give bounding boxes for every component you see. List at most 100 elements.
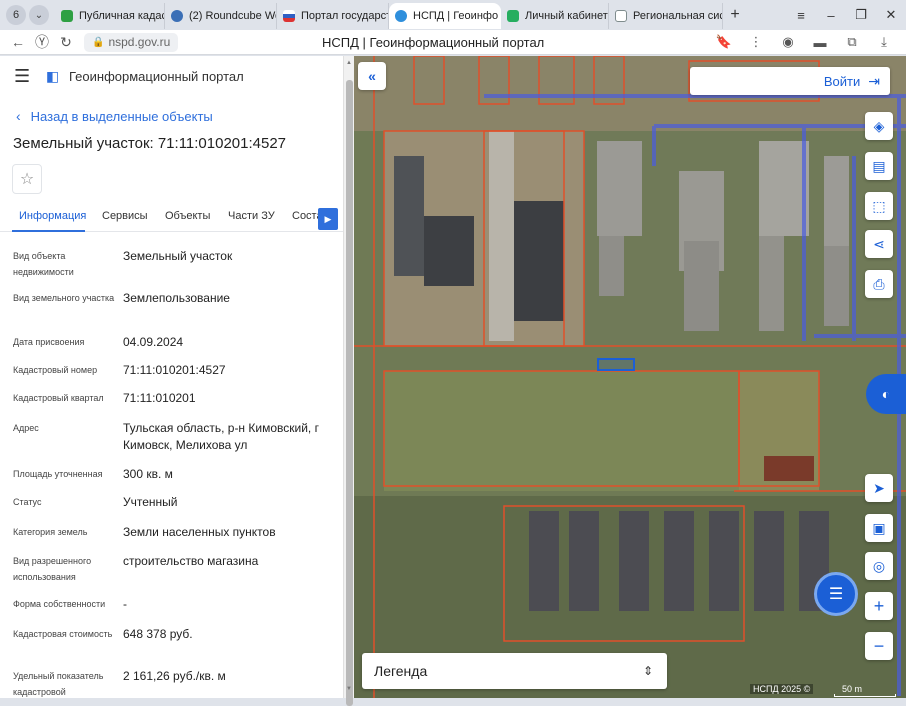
url-field[interactable]: 🔒 nspd.gov.ru	[84, 32, 179, 52]
info-panel: ☰ ◧ Геоинформационный портал ‹ Назад в в…	[0, 56, 354, 698]
tab-favicon-roundcube-icon	[171, 10, 183, 22]
tabs-scroll-right-icon[interactable]: ▶	[318, 208, 338, 230]
select-area-icon[interactable]: ⬚	[865, 192, 893, 220]
back-label: Назад в выделенные объекты	[30, 108, 213, 124]
more-icon[interactable]: ⋮	[740, 34, 772, 50]
attribute-value: Тульская область, р-н Кимовский, г Кимов…	[123, 421, 319, 452]
attribute-label: Вид земельного участка	[13, 293, 115, 303]
address-bar: ← Ⓨ ↻ 🔒 nspd.gov.ru НСПД | Геоинформацио…	[0, 30, 906, 55]
attribute-value: 71:11:010201:4527	[123, 363, 226, 377]
attribute-label: Статус	[13, 497, 42, 507]
legend-selector[interactable]: Легенда ⇕	[362, 653, 667, 689]
attribute-value: строительство магазина	[123, 554, 259, 568]
attribute-value: Учтенный	[123, 495, 178, 509]
attribute-label: Дата присвоения	[13, 337, 85, 347]
zoom-in-icon[interactable]: +	[865, 592, 893, 620]
panel-scrollbar[interactable]: ▲ ▼	[343, 56, 354, 706]
scale-label: 50 m	[842, 684, 863, 694]
tab-favicon-document-icon	[615, 10, 627, 22]
tab-favicon-flag-icon	[283, 10, 295, 22]
info-tabs: Информация Сервисы Объекты Части ЗУ Сост…	[0, 204, 344, 232]
browser-tab-1[interactable]: Публичная кадаст	[55, 3, 165, 29]
favorite-star-icon[interactable]: ☆	[12, 164, 42, 194]
tab-information[interactable]: Информация	[19, 210, 86, 222]
layers-icon[interactable]: ◈	[865, 112, 893, 140]
page-title: НСПД | Геоинформационный портал	[322, 34, 545, 50]
minimize-icon[interactable]: –	[816, 8, 846, 23]
login-button[interactable]: Войти ⇥	[690, 67, 890, 95]
selected-parcel-marker[interactable]	[597, 358, 635, 371]
attribute-label: Кадастровая стоимость	[13, 629, 113, 639]
portal-title: Геоинформационный портал	[69, 68, 244, 84]
attribute-label: Вид объекта недвижимости	[13, 251, 74, 277]
window-controls: ≡ – ❐ ✕	[786, 0, 906, 30]
tab-title: (2) Roundcube Wel	[189, 10, 277, 22]
tab-title: Личный кабинет	[525, 10, 608, 22]
attribute-value: 648 378 руб.	[123, 627, 193, 641]
url-text: nspd.gov.ru	[108, 35, 171, 49]
hamburger-menu-icon[interactable]: ☰	[14, 66, 38, 87]
tab-favicon-cabinet-icon	[507, 10, 519, 22]
chevron-up-down-icon: ⇕	[642, 664, 653, 678]
search-location-icon[interactable]: ◎	[865, 552, 893, 580]
attribute-label: Площадь уточненная	[13, 469, 103, 479]
share-icon[interactable]: ⋖	[865, 230, 893, 258]
chat-assistant-icon[interactable]: ◐	[866, 374, 906, 414]
ruler-icon[interactable]: ▤	[865, 152, 893, 180]
tab-favicon-nspd-icon	[395, 10, 407, 22]
attribute-label: Категория земель	[13, 527, 88, 537]
back-arrow-icon[interactable]: ←	[6, 34, 30, 50]
login-label: Войти	[823, 73, 861, 89]
attribute-value: Землепользование	[123, 291, 230, 305]
yandex-icon[interactable]: Ⓨ	[30, 32, 54, 52]
portal-logo-icon: ◧	[46, 68, 60, 84]
tab-services[interactable]: Сервисы	[102, 210, 148, 222]
attribute-value: 71:11:010201	[123, 391, 196, 405]
menu-icon[interactable]: ≡	[786, 8, 816, 23]
close-window-icon[interactable]: ✕	[876, 7, 906, 23]
scrollbar-thumb[interactable]	[346, 80, 353, 706]
browser-tab-2[interactable]: (2) Roundcube Wel	[165, 3, 277, 29]
tab-list-dropdown-icon[interactable]: ⌄	[29, 5, 49, 25]
reload-icon[interactable]: ↻	[54, 34, 78, 51]
locate-icon[interactable]: ➤	[865, 474, 893, 502]
tab-title: Публичная кадаст	[79, 10, 165, 22]
new-tab-button[interactable]: +	[723, 6, 747, 24]
tab-parcel-parts[interactable]: Части ЗУ	[228, 210, 275, 222]
attribute-label: Кадастровый квартал	[13, 393, 104, 403]
attribute-value: 04.09.2024	[123, 335, 184, 349]
shield-icon[interactable]: ▬	[804, 35, 836, 50]
address-bar-actions: 🔖 ⋮ ◉ ▬ ⧉ ⤓	[708, 34, 900, 50]
zoom-out-icon[interactable]: −	[865, 632, 893, 660]
tab-count-badge[interactable]: 6	[6, 5, 26, 25]
lock-icon: 🔒	[92, 36, 105, 48]
tab-favicon-check-icon	[61, 10, 73, 22]
attribute-label: Удельный показатель кадастровой	[13, 671, 104, 697]
chat-icon[interactable]: ☰	[814, 572, 858, 616]
tab-title: Региональная сист	[633, 10, 723, 22]
tab-title: Портал государств	[301, 10, 389, 22]
browser-tab-6[interactable]: Региональная сист	[609, 3, 723, 29]
collapse-panel-button[interactable]: «	[358, 62, 386, 90]
extension-icon[interactable]: ◉	[772, 34, 804, 50]
browser-tab-active[interactable]: НСПД | Геоинфо ✕	[389, 3, 501, 29]
tab-objects[interactable]: Объекты	[165, 210, 210, 222]
print-icon[interactable]: ⎙	[865, 270, 893, 298]
bookmark-icon[interactable]: 🔖	[708, 34, 740, 50]
back-to-selected-link[interactable]: ‹ Назад в выделенные объекты	[16, 108, 213, 124]
download-icon[interactable]: ⤓	[868, 34, 900, 50]
scroll-down-icon[interactable]: ▼	[346, 686, 352, 692]
panel-header: ☰ ◧ Геоинформационный портал	[0, 56, 354, 96]
minimap-icon[interactable]: ▣	[865, 514, 893, 542]
attribute-label: Кадастровый номер	[13, 365, 98, 375]
map-copyright: НСПД 2025 ©	[750, 684, 814, 694]
scroll-up-icon[interactable]: ▲	[346, 60, 352, 66]
attribute-label: Вид разрешенного использования	[13, 556, 92, 582]
browser-tab-3[interactable]: Портал государств	[277, 3, 389, 29]
tab-title: НСПД | Геоинфо	[413, 10, 499, 22]
browser-tab-5[interactable]: Личный кабинет	[501, 3, 609, 29]
restore-icon[interactable]: ❐	[846, 7, 876, 23]
browser-tab-bar: 6 ⌄ Публичная кадаст (2) Roundcube Wel П…	[0, 0, 906, 30]
collections-icon[interactable]: ⧉	[836, 34, 868, 50]
map-view[interactable]: « Войти ⇥ ◈ ▤ ⬚ ⋖ ⎙ ◐ ➤ ▣ ◎ ☰ + − Легенд…	[354, 56, 906, 698]
